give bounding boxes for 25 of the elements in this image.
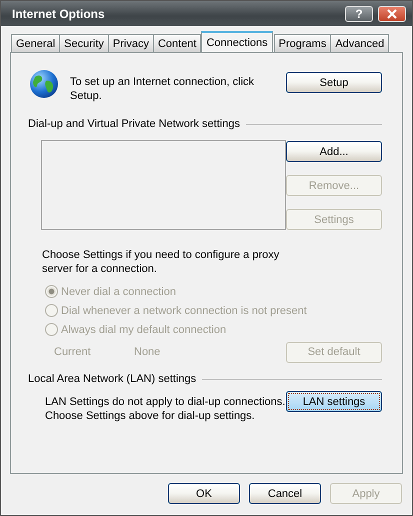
window-title: Internet Options: [12, 6, 106, 20]
setup-instructions: To set up an Internet connection, click Setup.: [70, 75, 256, 103]
section-heading: Local Area Network (LAN) settings: [28, 373, 196, 385]
help-button[interactable]: ?: [345, 6, 373, 22]
close-icon: [386, 8, 398, 18]
section-heading: Dial-up and Virtual Private Network settings: [28, 118, 240, 130]
tab[interactable]: Content: [152, 34, 202, 52]
dialup-button[interactable]: Add...: [286, 141, 382, 162]
tab[interactable]: Advanced: [330, 34, 390, 52]
tab[interactable]: Security: [59, 34, 109, 52]
lan-settings-button[interactable]: LAN settings: [286, 391, 382, 412]
proxy-note: Choose Settings if you need to configure a proxy server for a connection.: [42, 248, 280, 276]
globe-icon: [29, 69, 59, 99]
tab[interactable]: General: [11, 34, 60, 52]
close-button[interactable]: [378, 6, 406, 22]
connection-list[interactable]: [41, 140, 286, 230]
tab[interactable]: Programs: [274, 34, 332, 52]
current-value: None: [134, 346, 160, 358]
dialog-button[interactable]: OK: [168, 483, 240, 504]
current-label: Current: [54, 346, 92, 358]
setup-button[interactable]: Setup: [286, 72, 382, 93]
lan-note: LAN Settings do not apply to dial-up connections. Choose Settings above for dial-up settings.: [45, 395, 286, 423]
tab[interactable]: Connections: [201, 31, 273, 52]
tab[interactable]: Privacy: [108, 34, 154, 52]
dialog-button[interactable]: Cancel: [249, 483, 321, 504]
